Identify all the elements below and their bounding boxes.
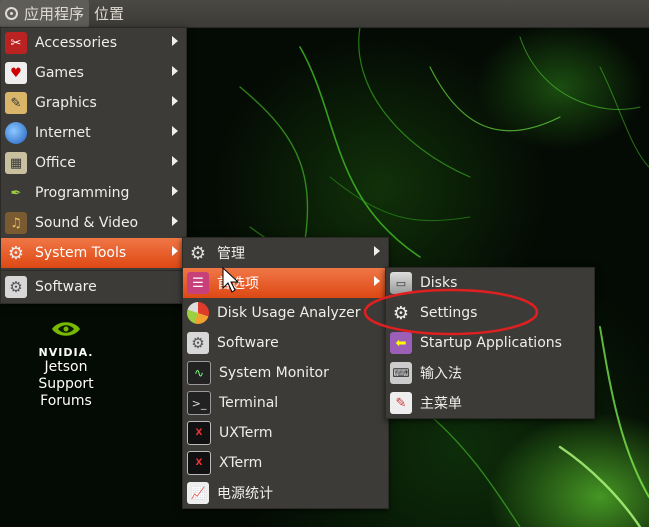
- submenu-arrow-icon: [172, 246, 178, 256]
- applications-menu-label: 应用程序: [24, 5, 85, 23]
- sound-video-icon: ♫: [5, 212, 27, 234]
- menu-item-system-monitor[interactable]: ∿ System Monitor: [183, 358, 388, 388]
- menu-item-sound-video[interactable]: ♫ Sound & Video: [1, 208, 186, 238]
- submenu-arrow-icon: [172, 36, 178, 46]
- startup-applications-icon: ⬅: [390, 332, 412, 354]
- menu-item-label: Settings: [420, 305, 478, 321]
- graphics-icon: ✎: [5, 92, 27, 114]
- games-icon: ♥: [5, 62, 27, 84]
- programming-icon: ✒: [10, 185, 22, 201]
- keyboard-icon: ⌨: [390, 362, 412, 384]
- launcher-caption-line-3: Forums: [40, 393, 92, 409]
- menu-item-main-menu[interactable]: ✎ 主菜单: [386, 388, 594, 418]
- menu-item-label: 电源统计: [217, 486, 273, 502]
- menu-item-administration[interactable]: ⚙ 管理: [183, 238, 388, 268]
- menu-item-games[interactable]: ♥ Games: [1, 58, 186, 88]
- administration-icon: ⚙: [189, 242, 207, 264]
- submenu-arrow-icon: [172, 96, 178, 106]
- accessories-icon: ✂: [5, 32, 27, 54]
- menu-item-label: Accessories: [35, 35, 118, 51]
- menu-item-label: UXTerm: [219, 425, 273, 441]
- menu-item-terminal[interactable]: >_ Terminal: [183, 388, 388, 418]
- menu-item-disk-usage-analyzer[interactable]: Disk Usage Analyzer: [183, 298, 388, 328]
- nvidia-logo-icon: [52, 322, 80, 336]
- menu-item-graphics[interactable]: ✎ Graphics: [1, 88, 186, 118]
- settings-icon: ⚙: [392, 302, 410, 324]
- submenu-arrow-icon: [172, 156, 178, 166]
- submenu-arrow-icon: [172, 126, 178, 136]
- menu-item-label: Software: [35, 279, 97, 295]
- menu-item-label: Disks: [420, 275, 458, 291]
- software-icon: ⚙: [187, 332, 209, 354]
- menu-item-input-method[interactable]: ⌨ 输入法: [386, 358, 594, 388]
- submenu-arrow-icon: [172, 186, 178, 196]
- menu-item-label: System Monitor: [219, 365, 329, 381]
- preferences-icon: ☰: [187, 272, 209, 294]
- menu-item-preferences[interactable]: ☰ 首选项: [183, 268, 388, 298]
- disk-usage-icon: [187, 302, 209, 324]
- nvidia-brand-text: NVIDIA.: [38, 346, 94, 359]
- menu-item-label: 管理: [217, 246, 245, 262]
- preferences-submenu: ▭ Disks ⚙ Settings ⬅ Startup Application…: [385, 267, 595, 419]
- menu-item-internet[interactable]: Internet: [1, 118, 186, 148]
- menu-item-label: Programming: [35, 185, 130, 201]
- menu-item-label: 首选项: [217, 276, 259, 292]
- terminal-icon: >_: [187, 391, 211, 415]
- menu-item-label: Sound & Video: [35, 215, 139, 231]
- applications-menu: ✂ Accessories ♥ Games ✎ Graphics Interne…: [0, 27, 187, 304]
- power-statistics-icon: 📈: [187, 482, 209, 504]
- menu-item-software[interactable]: ⚙ Software: [183, 328, 388, 358]
- submenu-arrow-icon: [374, 276, 380, 286]
- system-tools-submenu: ⚙ 管理 ☰ 首选项 Disk Usage Analyzer ⚙ Softwar…: [182, 237, 389, 509]
- menu-item-settings[interactable]: ⚙ Settings: [386, 298, 594, 328]
- menu-item-label: 主菜单: [420, 396, 462, 412]
- menu-item-programming[interactable]: ✒ Programming: [1, 178, 186, 208]
- disks-icon: ▭: [390, 272, 412, 294]
- menu-item-label: Games: [35, 65, 84, 81]
- jetson-support-forums-launcher[interactable]: NVIDIA. Jetson Support Forums: [30, 318, 102, 410]
- menu-item-label: Startup Applications: [420, 335, 562, 351]
- places-menu-label: 位置: [94, 5, 125, 23]
- menu-item-label: Disk Usage Analyzer: [217, 305, 361, 321]
- menu-item-label: Terminal: [219, 395, 279, 411]
- main-menu-editor-icon: ✎: [390, 392, 412, 414]
- menu-item-label: Office: [35, 155, 76, 171]
- menu-item-accessories[interactable]: ✂ Accessories: [1, 28, 186, 58]
- applications-menu-button[interactable]: 应用程序: [0, 0, 90, 27]
- menu-item-label: Internet: [35, 125, 91, 141]
- ubuntu-logo-icon: [5, 7, 18, 20]
- submenu-arrow-icon: [374, 246, 380, 256]
- menu-item-software[interactable]: ⚙ Software: [1, 271, 186, 303]
- software-icon: ⚙: [5, 276, 27, 298]
- launcher-caption-line-2: Support: [38, 376, 94, 392]
- menu-item-label: Graphics: [35, 95, 97, 111]
- top-panel: 应用程序 位置: [0, 0, 649, 28]
- submenu-arrow-icon: [172, 216, 178, 226]
- places-menu-button[interactable]: 位置: [89, 0, 129, 27]
- menu-item-label: System Tools: [35, 245, 127, 261]
- internet-icon: [5, 122, 27, 144]
- uxterm-icon: X: [187, 421, 211, 445]
- menu-item-uxterm[interactable]: X UXTerm: [183, 418, 388, 448]
- menu-item-startup-applications[interactable]: ⬅ Startup Applications: [386, 328, 594, 358]
- menu-item-label: Software: [217, 335, 279, 351]
- menu-item-xterm[interactable]: X XTerm: [183, 448, 388, 478]
- system-monitor-icon: ∿: [187, 361, 211, 385]
- office-icon: ▦: [5, 152, 27, 174]
- xterm-icon: X: [187, 451, 211, 475]
- menu-item-disks[interactable]: ▭ Disks: [386, 268, 594, 298]
- menu-item-power-statistics[interactable]: 📈 电源统计: [183, 478, 388, 508]
- menu-item-system-tools[interactable]: ⚙ System Tools: [1, 238, 186, 268]
- menu-item-label: XTerm: [219, 455, 263, 471]
- menu-item-label: 输入法: [420, 366, 462, 382]
- system-tools-icon: ⚙: [7, 242, 25, 264]
- menu-item-office[interactable]: ▦ Office: [1, 148, 186, 178]
- launcher-caption-line-1: Jetson: [44, 359, 88, 375]
- submenu-arrow-icon: [172, 66, 178, 76]
